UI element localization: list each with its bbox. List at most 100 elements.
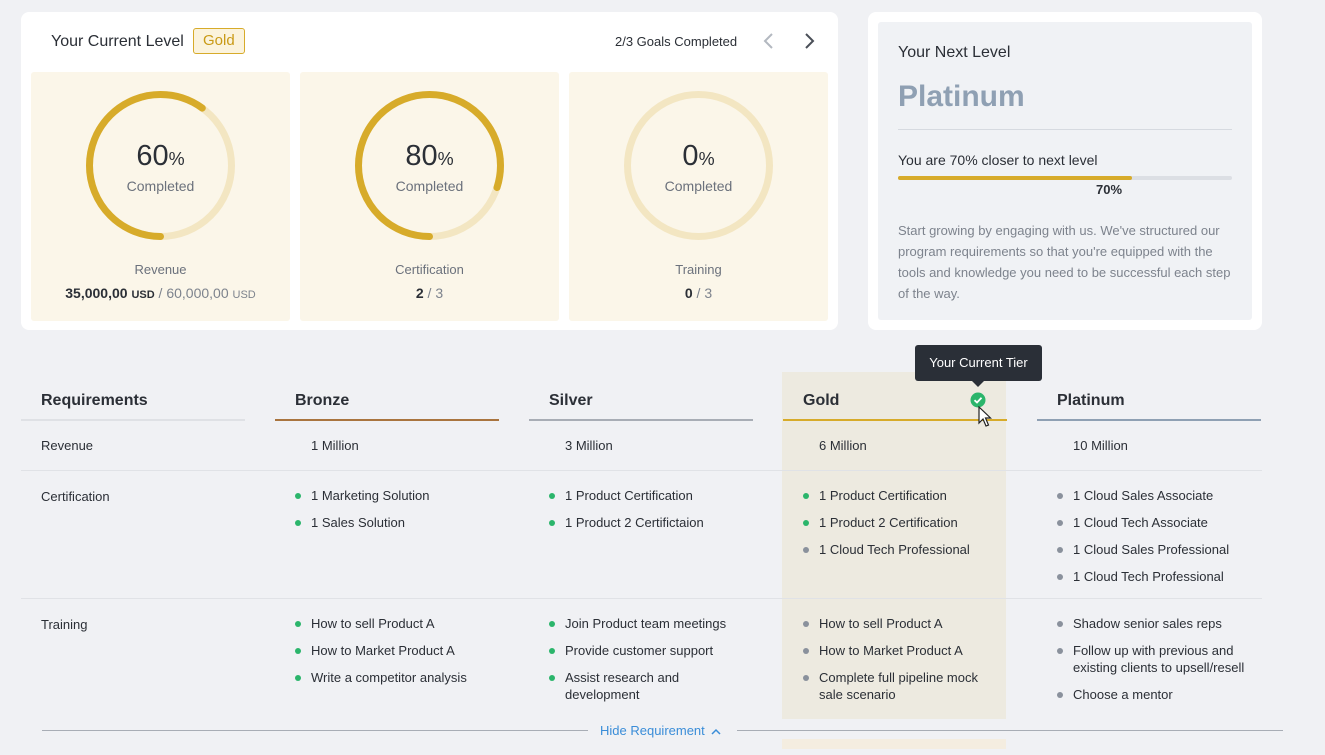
header-underline-requirements	[21, 419, 245, 421]
header-underline-bronze	[275, 419, 499, 421]
silver-certification-list: 1 Product Certification 1 Product 2 Cert…	[549, 487, 749, 541]
status-dot	[1057, 621, 1063, 627]
list-item: 1 Product Certification	[549, 487, 749, 504]
next-level-closer-text: You are 70% closer to next level	[898, 152, 1098, 168]
training-label: Training	[675, 262, 722, 277]
list-item: How to sell Product A	[295, 615, 495, 632]
row-label-certification: Certification	[41, 489, 110, 504]
header-bronze: Bronze	[295, 392, 350, 409]
list-item: 1 Product Certification	[803, 487, 1003, 504]
status-dot	[549, 520, 555, 526]
gold-training-list: How to sell Product A How to Market Prod…	[803, 615, 998, 713]
status-dot	[1057, 692, 1063, 698]
list-item: How to sell Product A	[803, 615, 998, 632]
status-dot	[549, 648, 555, 654]
status-dot	[295, 493, 301, 499]
training-completed-label: Completed	[664, 178, 733, 194]
next-level-label: Your Next Level	[898, 44, 1011, 61]
certification-percent: 80%	[405, 140, 454, 172]
revenue-value: 35,000,00 USD / 60,000,00 USD	[65, 285, 256, 301]
gold-certification-list: 1 Product Certification 1 Product 2 Cert…	[803, 487, 1003, 568]
divider	[898, 129, 1232, 130]
row-divider	[21, 470, 1262, 471]
list-item: 1 Cloud Tech Associate	[1057, 514, 1257, 531]
status-dot	[803, 520, 809, 526]
bronze-training-list: How to sell Product A How to Market Prod…	[295, 615, 495, 696]
bronze-certification-list: 1 Marketing Solution 1 Sales Solution	[295, 487, 495, 541]
hide-requirement-button[interactable]: Hide Requirement	[600, 723, 721, 738]
next-level-progress-value: 70%	[1096, 182, 1123, 197]
certification-label: Certification	[395, 262, 464, 277]
list-item: How to Market Product A	[803, 642, 998, 659]
list-item: Shadow senior sales reps	[1057, 615, 1262, 632]
list-item: Choose a mentor	[1057, 686, 1262, 703]
status-dot	[1057, 547, 1063, 553]
next-level-description: Start growing by engaging with us. We've…	[898, 223, 1231, 301]
list-item: 1 Cloud Tech Professional	[1057, 568, 1257, 585]
next-level-panel: Your Next Level Platinum You are 70% clo…	[878, 22, 1252, 320]
status-dot	[803, 547, 809, 553]
status-dot	[295, 621, 301, 627]
revenue-label: Revenue	[134, 262, 187, 277]
list-item: Write a competitor analysis	[295, 669, 495, 686]
list-item: How to Market Product A	[295, 642, 495, 659]
list-item: 1 Cloud Sales Professional	[1057, 541, 1257, 558]
header-requirements: Requirements	[41, 392, 148, 409]
current-level-badge: Gold	[193, 28, 245, 54]
status-dot	[295, 648, 301, 654]
status-dot	[295, 675, 301, 681]
chevron-left-icon[interactable]	[759, 30, 779, 52]
list-item: 1 Sales Solution	[295, 514, 495, 531]
header-silver: Silver	[549, 392, 593, 409]
current-level-card: Your Current Level Gold 2/3 Goals Comple…	[21, 12, 838, 330]
revenue-completed-label: Completed	[126, 178, 195, 194]
certification-value: 2 / 3	[415, 285, 444, 301]
divider	[42, 730, 588, 731]
status-dot	[803, 675, 809, 681]
status-dot	[1057, 648, 1063, 654]
gold-revenue: 6 Million	[819, 438, 867, 453]
list-item: 1 Cloud Sales Associate	[1057, 487, 1257, 504]
header-platinum: Platinum	[1057, 392, 1125, 409]
status-dot	[549, 493, 555, 499]
list-item: 1 Product 2 Certifictaion	[549, 514, 749, 531]
list-item: 1 Marketing Solution	[295, 487, 495, 504]
status-dot	[803, 621, 809, 627]
current-level-title: Your Current Level	[51, 33, 184, 50]
platinum-training-list: Shadow senior sales reps Follow up with …	[1057, 615, 1262, 713]
current-tier-tooltip: Your Current Tier	[915, 345, 1042, 387]
certification-progress-tile: 80% Completed Certification 2 / 3	[300, 72, 559, 321]
silver-revenue: 3 Million	[565, 438, 613, 453]
list-item: Complete full pipeline mock sale scenari…	[803, 669, 993, 703]
status-dot	[1057, 574, 1063, 580]
status-dot	[803, 648, 809, 654]
chevron-right-icon[interactable]	[799, 30, 819, 52]
revenue-progress-tile: 60% Completed Revenue 35,000,00 USD / 60…	[31, 72, 290, 321]
next-level-progress-bar	[898, 176, 1232, 180]
status-dot	[295, 520, 301, 526]
status-dot	[1057, 493, 1063, 499]
training-progress-tile: 0% Completed Training 0 / 3	[569, 72, 828, 321]
training-percent: 0%	[682, 140, 715, 172]
next-level-card: Your Next Level Platinum You are 70% clo…	[868, 12, 1262, 330]
list-item: 1 Cloud Tech Professional	[803, 541, 1003, 558]
next-level-name: Platinum	[898, 80, 1025, 113]
bronze-revenue: 1 Million	[311, 438, 359, 453]
platinum-certification-list: 1 Cloud Sales Associate 1 Cloud Tech Ass…	[1057, 487, 1257, 595]
certification-completed-label: Completed	[395, 178, 464, 194]
list-item: Assist research and development	[549, 669, 694, 703]
list-item: Follow up with previous and existing cli…	[1057, 642, 1262, 676]
list-item: Provide customer support	[549, 642, 744, 659]
header-underline-platinum	[1037, 419, 1261, 421]
mouse-pointer-icon	[978, 405, 992, 428]
silver-training-list: Join Product team meetings Provide custo…	[549, 615, 744, 713]
status-dot	[1057, 520, 1063, 526]
status-dot	[549, 675, 555, 681]
row-label-revenue: Revenue	[41, 438, 94, 453]
header-gold: Gold	[803, 392, 840, 409]
status-dot	[803, 493, 809, 499]
row-label-training: Training	[41, 617, 88, 632]
list-item: Join Product team meetings	[549, 615, 744, 632]
training-value: 0 / 3	[684, 285, 713, 301]
goals-completed: 2/3 Goals Completed	[615, 34, 738, 49]
